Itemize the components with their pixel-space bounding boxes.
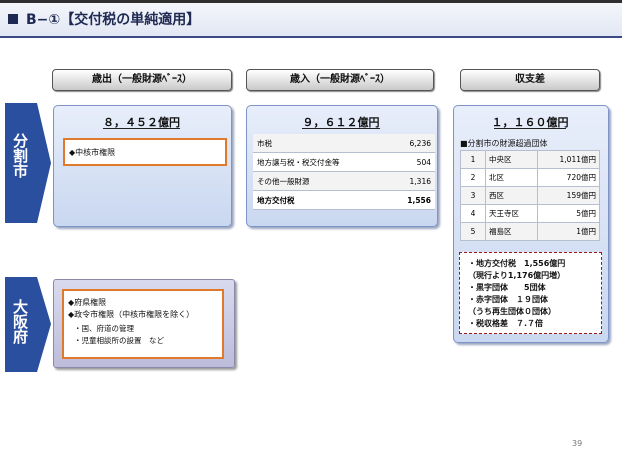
expenditure-header: 歳出（一般財源ﾍﾞｰｽ） (52, 69, 232, 91)
ward-no: 1 (460, 150, 486, 169)
table-row: 5 福島区 1億円 (460, 222, 600, 241)
slide: B−①【交付税の単純適用】 歳出（一般財源ﾍﾞｰｽ） 歳入（一般財源ﾍﾞｰｽ） … (0, 0, 622, 464)
title-underline (0, 36, 622, 38)
slide-title: B−①【交付税の単純適用】 (26, 12, 201, 28)
balance-subtitle: ■分割市の財源超過団体 (460, 139, 548, 148)
ward-value: 1,011億円 (537, 150, 600, 169)
table-row: 地方譲与税・税交付金等 504 (253, 152, 435, 172)
revenue-table: 市税 6,236 地方譲与税・税交付金等 504 その他一般財源 1,316 地方交付… (253, 134, 435, 210)
summary-line: ・税収格差 ７.７倍 (468, 319, 544, 328)
ward-no: 4 (460, 204, 486, 223)
revenue-amount-underline (302, 128, 380, 129)
table-row: 3 西区 159億円 (460, 186, 600, 205)
title-square-icon (8, 14, 18, 24)
ward-no: 3 (460, 186, 486, 205)
summary-line: ・赤字団体 １９団体 (468, 295, 548, 304)
revenue-row-label: その他一般財源 (253, 171, 388, 191)
ward-no: 5 (460, 222, 486, 241)
ward-value: 159億円 (537, 186, 600, 205)
summary-line: ・地方交付税 1,556億円 (468, 259, 566, 268)
summary-line: （現行より1,176億円増） (468, 271, 566, 280)
ward-name: 天王寺区 (484, 204, 539, 223)
summary-line: ・黒字団体 5団体 (468, 283, 546, 292)
page-number: 39 (572, 439, 583, 448)
ward-name: 福島区 (484, 222, 539, 241)
balance-header: 収支差 (460, 69, 600, 91)
balance-amount-underline (494, 128, 566, 129)
expenditure-item-text: ◆中核市権限 (69, 148, 116, 157)
revenue-row-label: 地方譲与税・税交付金等 (253, 152, 388, 172)
table-row: 地方交付税 1,556 (253, 190, 435, 210)
table-row: 2 北区 720億円 (460, 168, 600, 187)
revenue-row-label: 地方交付税 (253, 190, 388, 210)
revenue-row-value: 1,556 (387, 190, 435, 210)
ward-name: 中央区 (484, 150, 539, 169)
osaka-item: ◆府県権限 (68, 298, 107, 307)
ward-value: 1億円 (537, 222, 600, 241)
osaka-panel: ◆府県権限 ◆政令市権限（中核市権限を除く） ・国、府道の管理 ・児童相談所の設… (53, 279, 235, 368)
table-row: 市税 6,236 (253, 134, 435, 153)
revenue-row-value: 6,236 (387, 134, 435, 153)
ward-name: 西区 (484, 186, 539, 205)
summary-line: （うち再生団体０団体） (468, 307, 556, 316)
osaka-item: ・児童相談所の設置 など (74, 336, 164, 345)
revenue-header: 歳入（一般財源ﾍﾞｰｽ） (246, 69, 434, 91)
osaka-label: 大阪府 (11, 299, 29, 344)
ward-name: 北区 (484, 168, 539, 187)
split-city-label: 分割市 (11, 133, 29, 178)
revenue-row-value: 1,316 (387, 171, 435, 191)
expenditure-item-box: ◆中核市権限 (63, 138, 227, 166)
split-city-tab: 分割市 (5, 103, 55, 223)
summary-box: ・地方交付税 1,556億円 （現行より1,176億円増） ・黒字団体 5団体 … (459, 252, 602, 334)
ward-no: 2 (460, 168, 486, 187)
wards-table: 1 中央区 1,011億円 2 北区 720億円 3 西区 159億円 4 天王寺区 5億円 5… (460, 150, 600, 241)
revenue-row-label: 市税 (253, 134, 388, 153)
table-row: 1 中央区 1,011億円 (460, 150, 600, 169)
expenditure-amount-underline (103, 128, 180, 129)
ward-value: 720億円 (537, 168, 600, 187)
osaka-item-box: ◆府県権限 ◆政令市権限（中核市権限を除く） ・国、府道の管理 ・児童相談所の設… (62, 289, 224, 359)
table-row: 4 天王寺区 5億円 (460, 204, 600, 223)
ward-value: 5億円 (537, 204, 600, 223)
osaka-tab: 大阪府 (5, 277, 55, 372)
revenue-row-value: 504 (387, 152, 435, 172)
table-row: その他一般財源 1,316 (253, 171, 435, 191)
osaka-item: ・国、府道の管理 (74, 324, 134, 333)
osaka-item: ◆政令市権限（中核市権限を除く） (68, 310, 195, 319)
